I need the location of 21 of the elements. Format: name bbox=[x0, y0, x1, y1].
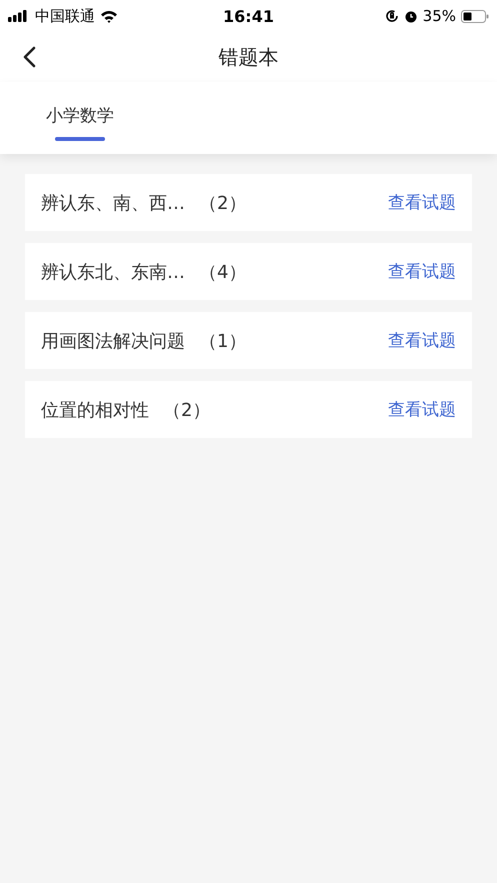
error-count: （4） bbox=[199, 260, 246, 284]
topic-title: 辨认东北、东南… bbox=[41, 260, 185, 284]
page-title: 错题本 bbox=[218, 44, 278, 70]
error-count: （2） bbox=[199, 192, 246, 214]
view-questions-link[interactable]: 查看试题 bbox=[388, 191, 456, 214]
battery-icon bbox=[461, 10, 489, 22]
topic-title: 用画图法解决问题 bbox=[41, 330, 185, 352]
view-questions-link[interactable]: 查看试题 bbox=[388, 260, 456, 283]
topic-title: 位置的相对性 bbox=[41, 398, 149, 422]
carrier-name: 中国联通 bbox=[35, 6, 95, 26]
error-count: （2） bbox=[163, 398, 210, 422]
wifi-icon bbox=[100, 10, 118, 22]
topic-title: 辨认东、南、西… bbox=[41, 192, 185, 214]
view-questions-link[interactable]: 查看试题 bbox=[388, 398, 456, 421]
view-questions-link[interactable]: 查看试题 bbox=[388, 329, 456, 352]
alarm-icon bbox=[404, 9, 418, 23]
clock-time: 16:41 bbox=[223, 6, 274, 26]
error-count: （1） bbox=[199, 330, 246, 352]
rotation-lock-icon bbox=[384, 9, 399, 23]
battery-percentage: 35% bbox=[422, 7, 456, 25]
subject-tab[interactable]: 小学数学 bbox=[46, 82, 114, 141]
